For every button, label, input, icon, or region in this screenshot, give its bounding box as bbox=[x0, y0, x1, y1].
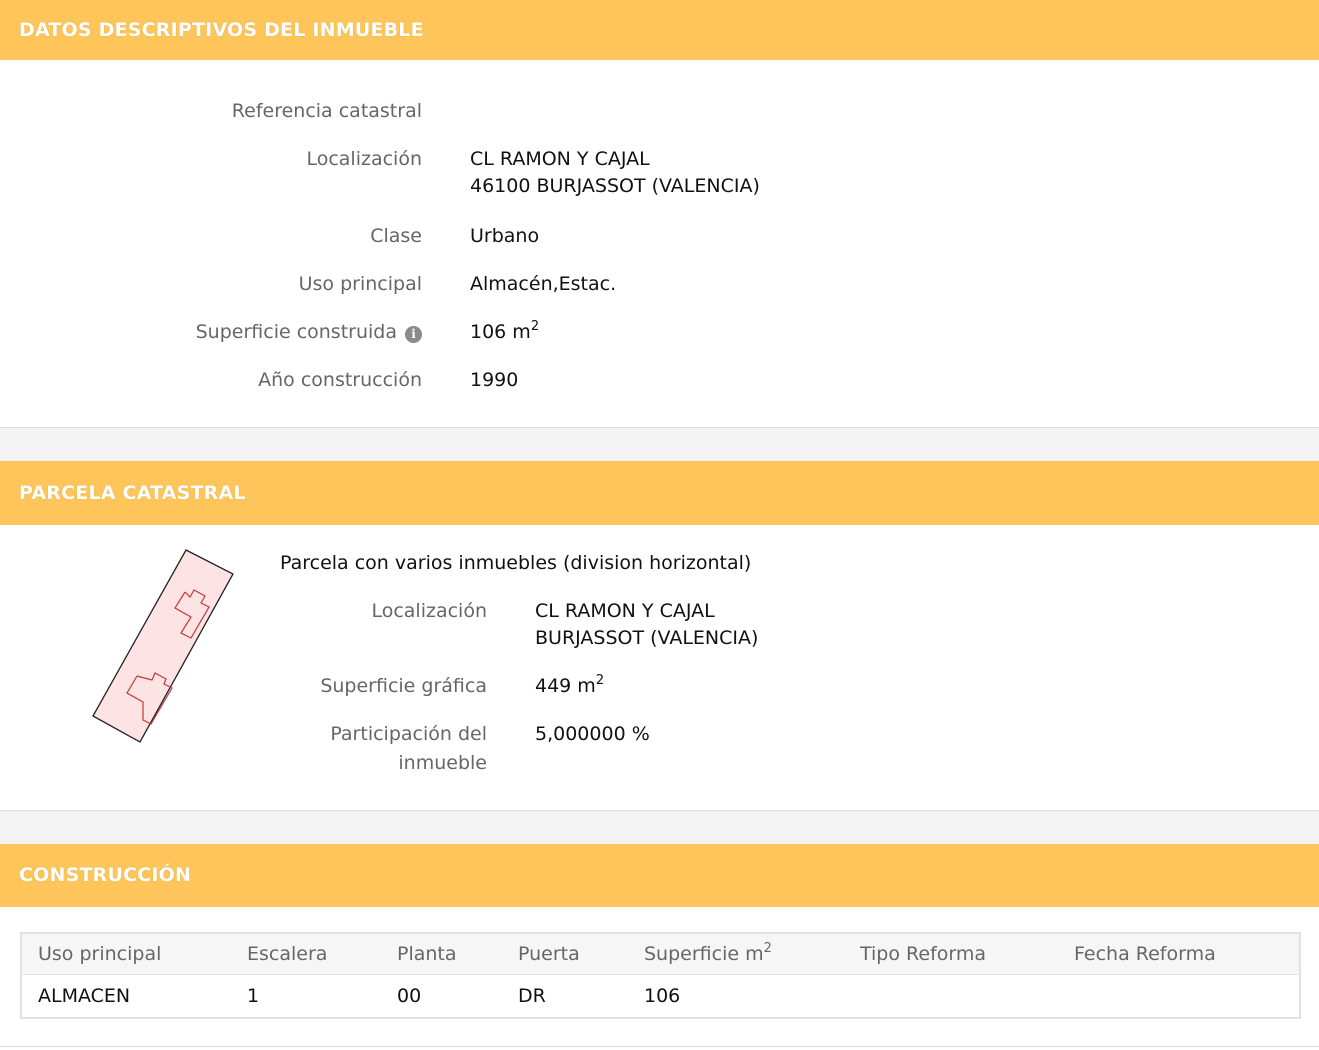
parcela-localizacion-line2: BURJASSOT (VALENCIA) bbox=[535, 627, 759, 649]
localizacion-label: Localización bbox=[306, 148, 422, 170]
uso-principal-value: Almacén,Estac. bbox=[470, 273, 617, 295]
participacion-label-line1: Participación del bbox=[330, 723, 487, 745]
panel-descriptivos: Referencia catastral Localización CL RAM… bbox=[0, 60, 1319, 428]
parcela-localizacion-line1: CL RAMON Y CAJAL bbox=[535, 600, 715, 622]
cell-fecha-reforma bbox=[1058, 975, 1300, 1019]
info-icon[interactable]: i bbox=[405, 326, 422, 343]
col-header-uso: Uso principal bbox=[21, 933, 231, 975]
localizacion-line1: CL RAMON Y CAJAL bbox=[470, 148, 650, 170]
parcel-map-thumbnail[interactable] bbox=[88, 546, 248, 756]
parcela-localizacion-label: Localización bbox=[371, 600, 487, 622]
col-header-planta: Planta bbox=[381, 933, 502, 975]
cell-escalera: 1 bbox=[247, 985, 260, 1007]
superficie-grafica-exp: 2 bbox=[595, 673, 605, 688]
col-header-superficie: Superficie m2 bbox=[628, 933, 844, 975]
col-header-escalera: Escalera bbox=[231, 933, 381, 975]
cell-planta: 00 bbox=[397, 985, 422, 1007]
anio-construccion-value: 1990 bbox=[470, 369, 519, 391]
col-header-tipo-reforma: Tipo Reforma bbox=[844, 933, 1058, 975]
construccion-table: Uso principal Escalera Planta Puerta Sup… bbox=[20, 932, 1301, 1019]
participacion-label-line2: inmueble bbox=[398, 752, 487, 774]
parcela-heading: Parcela con varios inmuebles (division h… bbox=[280, 552, 752, 574]
parcel-outline bbox=[92, 549, 234, 743]
superficie-construida-text: Superficie construida bbox=[195, 321, 397, 343]
panel-parcela: Parcela con varios inmuebles (division h… bbox=[0, 525, 1319, 811]
col-header-superficie-exp: 2 bbox=[763, 941, 772, 956]
anio-construccion-label: Año construcción bbox=[258, 369, 422, 391]
superficie-construida-value: 106 m2 bbox=[470, 318, 539, 346]
referencia-label: Referencia catastral bbox=[231, 100, 422, 122]
superficie-grafica-label: Superficie gráfica bbox=[320, 675, 487, 697]
section-gap-2 bbox=[0, 811, 1319, 844]
superficie-construida-exp: 2 bbox=[530, 319, 540, 334]
section-header-construccion: CONSTRUCCIÓN bbox=[0, 844, 1319, 907]
superficie-grafica-number: 449 m bbox=[535, 675, 596, 697]
table-header-row: Uso principal Escalera Planta Puerta Sup… bbox=[21, 933, 1300, 975]
superficie-grafica-value: 449 m2 bbox=[535, 672, 604, 700]
clase-label: Clase bbox=[370, 225, 422, 247]
clase-value: Urbano bbox=[470, 225, 540, 247]
section-title-construccion: CONSTRUCCIÓN bbox=[19, 864, 192, 886]
section-header-descriptivos: DATOS DESCRIPTIVOS DEL INMUEBLE bbox=[0, 0, 1319, 60]
col-header-fecha-reforma: Fecha Reforma bbox=[1058, 933, 1300, 975]
cell-tipo-reforma bbox=[844, 975, 1058, 1019]
col-header-superficie-text: Superficie m bbox=[644, 943, 764, 965]
col-header-puerta: Puerta bbox=[502, 933, 628, 975]
section-gap bbox=[0, 428, 1319, 461]
participacion-value: 5,000000 % bbox=[535, 723, 650, 745]
superficie-construida-label: Superficie construida i bbox=[196, 318, 422, 346]
uso-principal-label: Uso principal bbox=[298, 273, 422, 295]
cell-puerta: DR bbox=[518, 985, 546, 1007]
section-title-descriptivos: DATOS DESCRIPTIVOS DEL INMUEBLE bbox=[19, 19, 424, 41]
localizacion-line2: 46100 BURJASSOT (VALENCIA) bbox=[470, 175, 760, 197]
cell-uso: ALMACEN bbox=[38, 985, 131, 1007]
section-title-parcela: PARCELA CATASTRAL bbox=[19, 482, 246, 504]
section-header-parcela: PARCELA CATASTRAL bbox=[0, 461, 1319, 525]
table-row: ALMACEN 1 00 DR 106 bbox=[21, 975, 1300, 1019]
cell-superficie: 106 bbox=[644, 985, 681, 1007]
superficie-construida-number: 106 m bbox=[470, 321, 531, 343]
